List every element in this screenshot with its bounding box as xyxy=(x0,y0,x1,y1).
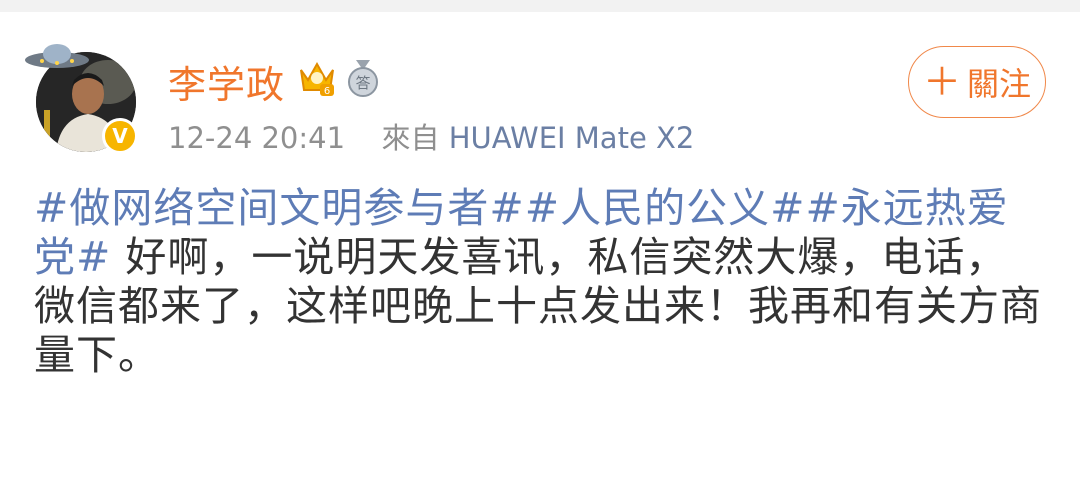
author-avatar-group[interactable]: V xyxy=(22,38,140,156)
author-name[interactable]: 李学政 xyxy=(168,54,285,109)
medal-badge-icon[interactable]: 答 xyxy=(344,58,382,98)
plus-icon: ＋ xyxy=(922,60,961,104)
topic-link[interactable]: #人民的公义# xyxy=(525,184,806,232)
post-meta: 12-24 20:41 來自 HUAWEI Mate X2 xyxy=(168,115,694,157)
ufo-avatar-frame-icon xyxy=(25,44,89,68)
medal-badge-char: 答 xyxy=(355,74,370,92)
source-device[interactable]: HUAWEI Mate X2 xyxy=(449,121,695,155)
post-body-text: 好啊，一说明天发喜讯，私信突然大爆，电话，微信都来了，这样吧晚上十点发出来！我再… xyxy=(34,233,1042,379)
crown-badge-icon[interactable]: 6 xyxy=(298,58,336,98)
post-timestamp: 12-24 20:41 xyxy=(168,121,346,155)
post-content: #做网络空间文明参与者##人民的公义##永远热爱党# 好啊，一说明天发喜讯，私信… xyxy=(34,184,1044,380)
verified-badge-icon: V xyxy=(102,118,138,154)
source-prefix: 來自 xyxy=(381,121,440,155)
topic-link[interactable]: #做网络空间文明参与者# xyxy=(34,184,525,232)
follow-button[interactable]: ＋ 關注 xyxy=(908,46,1046,118)
crown-badge-level: 6 xyxy=(324,86,330,97)
top-divider xyxy=(0,0,1080,12)
follow-label: 關注 xyxy=(967,65,1032,103)
